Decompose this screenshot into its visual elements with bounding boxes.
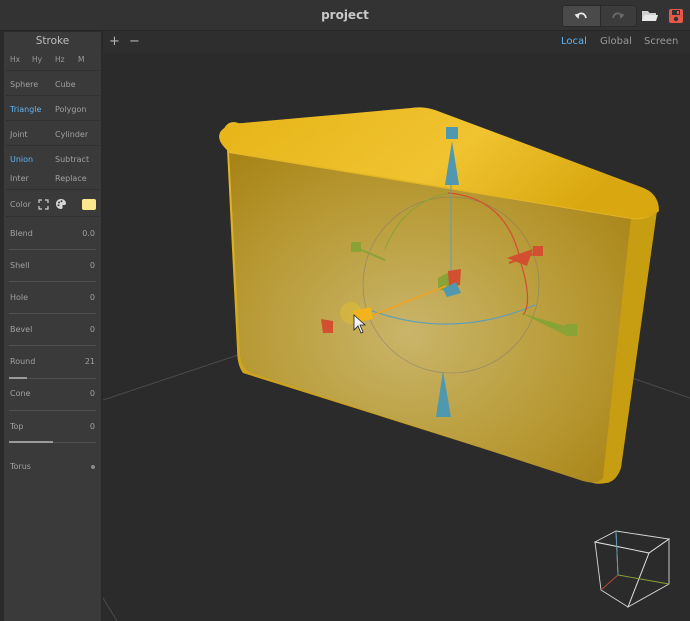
shell-slider[interactable] xyxy=(9,281,96,282)
axis-hz-toggle[interactable]: Hz xyxy=(55,55,65,64)
folder-icon[interactable] xyxy=(641,7,659,25)
viewport-toolbar: + − Local Global Screen xyxy=(103,31,690,53)
history-buttons xyxy=(562,5,637,27)
operation-inter[interactable]: Inter xyxy=(10,174,29,183)
cone-label: Cone xyxy=(10,389,31,398)
triangle-prism[interactable] xyxy=(219,107,659,484)
shell-value: 0 xyxy=(89,261,95,270)
space-local-tab[interactable]: Local xyxy=(561,36,587,47)
axis-hy-toggle[interactable]: Hy xyxy=(32,55,42,64)
hole-value: 0 xyxy=(89,293,95,302)
operation-replace[interactable]: Replace xyxy=(55,174,87,183)
round-label: Round xyxy=(10,357,36,366)
round-value: 21 xyxy=(84,357,95,366)
divider xyxy=(6,216,99,217)
bevel-slider[interactable] xyxy=(9,345,96,346)
view-cube[interactable] xyxy=(593,530,671,609)
title-bar: project xyxy=(0,0,690,31)
shell-label: Shell xyxy=(10,261,30,270)
operation-union[interactable]: Union xyxy=(10,155,33,164)
undo-button[interactable] xyxy=(563,6,600,26)
palette-icon[interactable] xyxy=(55,198,67,210)
divider xyxy=(6,145,99,146)
add-button[interactable]: + xyxy=(109,34,120,49)
remove-button[interactable]: − xyxy=(129,34,140,49)
operation-subtract[interactable]: Subtract xyxy=(55,155,89,164)
redo-button[interactable] xyxy=(599,6,636,26)
divider xyxy=(6,189,99,190)
hole-label: Hole xyxy=(10,293,29,302)
primitive-cube[interactable]: Cube xyxy=(55,80,76,89)
primitive-triangle[interactable]: Triangle xyxy=(10,105,41,114)
blend-label: Blend xyxy=(10,229,33,238)
top-value: 0 xyxy=(89,422,95,431)
torus-label: Torus xyxy=(10,462,31,471)
bevel-label: Bevel xyxy=(10,325,33,334)
primitive-sphere[interactable]: Sphere xyxy=(10,80,38,89)
axis-hx-toggle[interactable]: Hx xyxy=(10,55,20,64)
mirror-axes: Hx Hy Hz M xyxy=(4,55,101,67)
slider-fill xyxy=(9,441,53,443)
slider-fill xyxy=(9,377,28,379)
undo-icon xyxy=(574,12,588,19)
stroke-panel: Stroke Hx Hy Hz M Sphere Cube Triangle P… xyxy=(4,32,101,621)
cone-slider[interactable] xyxy=(9,410,96,411)
space-global-tab[interactable]: Global xyxy=(600,36,632,47)
blend-slider[interactable] xyxy=(9,249,96,250)
divider xyxy=(6,120,99,121)
round-slider[interactable] xyxy=(9,377,96,379)
cone-value: 0 xyxy=(89,389,95,398)
torus-toggle[interactable] xyxy=(91,465,95,469)
3d-viewport[interactable] xyxy=(102,53,690,621)
blend-value: 0.0 xyxy=(82,229,95,238)
pick-color-icon[interactable] xyxy=(38,199,49,210)
primitive-polygon[interactable]: Polygon xyxy=(55,105,86,114)
axis-m-toggle[interactable]: M xyxy=(78,55,84,64)
top-slider[interactable] xyxy=(9,441,96,443)
panel-heading: Stroke xyxy=(35,35,70,47)
color-swatch[interactable] xyxy=(82,199,96,210)
redo-icon xyxy=(612,12,625,19)
divider xyxy=(6,70,99,71)
hole-slider[interactable] xyxy=(9,313,96,314)
color-label: Color xyxy=(10,200,31,209)
divider xyxy=(6,95,99,96)
save-icon[interactable] xyxy=(667,7,685,25)
top-label: Top xyxy=(10,422,24,431)
primitive-cylinder[interactable]: Cylinder xyxy=(55,130,88,139)
primitive-joint[interactable]: Joint xyxy=(10,130,28,139)
scene xyxy=(102,107,690,621)
bevel-value: 0 xyxy=(89,325,95,334)
space-screen-tab[interactable]: Screen xyxy=(644,36,678,47)
